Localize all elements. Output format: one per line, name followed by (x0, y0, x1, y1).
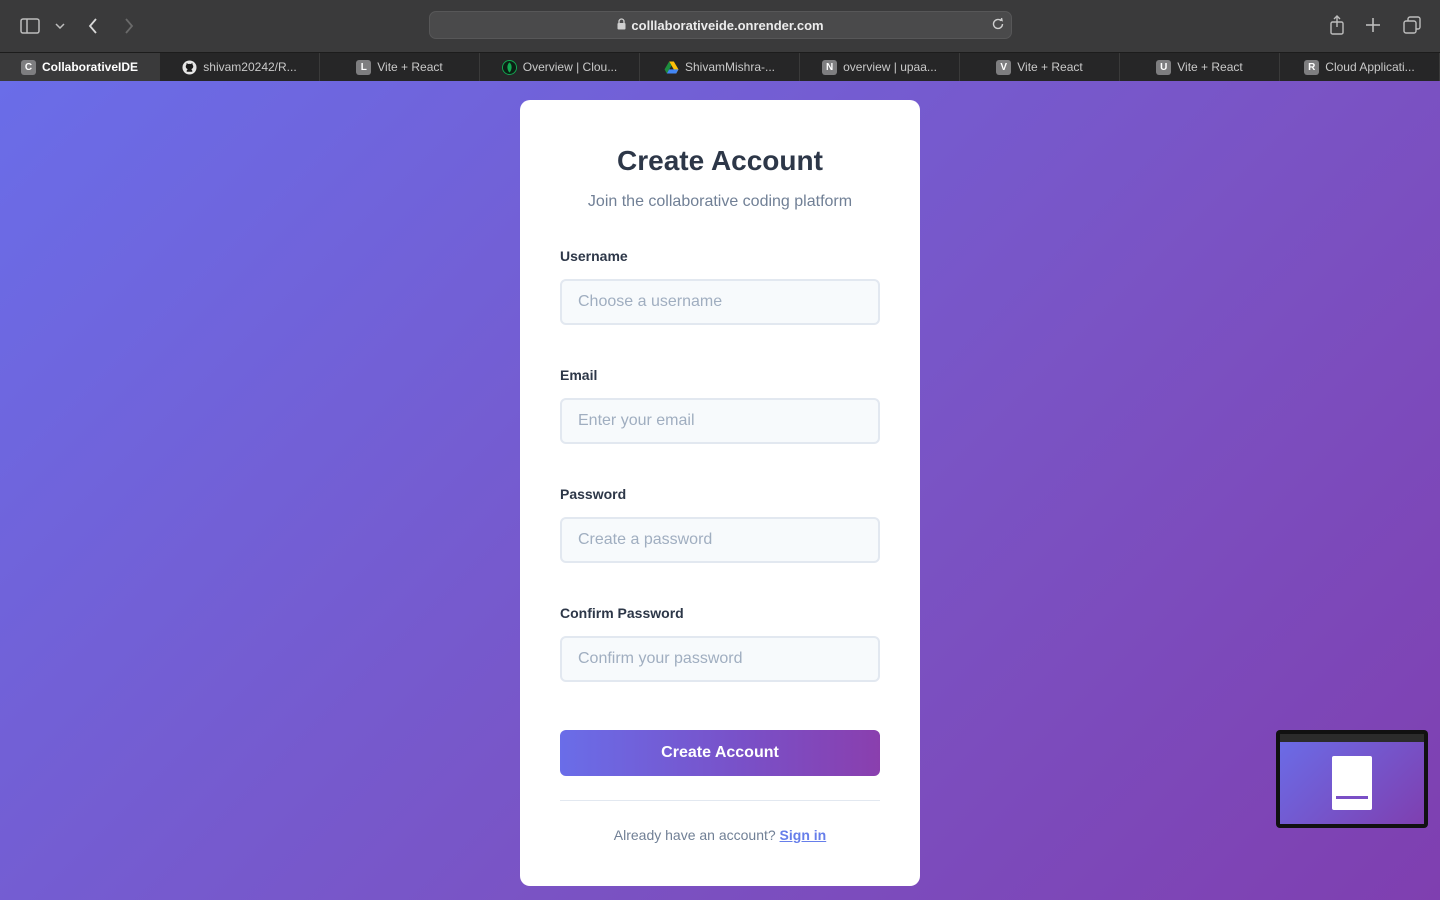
thumbnail-screen (1280, 734, 1424, 824)
tab-vite-react-3[interactable]: U Vite + React (1120, 53, 1280, 81)
confirm-password-input[interactable] (560, 636, 880, 682)
thumbnail-card (1332, 756, 1372, 810)
tab-github[interactable]: shivam20242/R... (160, 53, 320, 81)
page-background: Create Account Join the collaborative co… (0, 81, 1440, 900)
tab-label: ShivamMishra-... (684, 60, 776, 74)
signin-link[interactable]: Sign in (780, 827, 827, 843)
divider (560, 800, 880, 801)
share-icon[interactable] (1328, 14, 1346, 36)
tab-label: Vite + React (1177, 60, 1243, 74)
thumbnail-toolbar (1280, 734, 1424, 742)
tab-favicon: R (1304, 59, 1320, 75)
signin-prompt: Already have an account? Sign in (520, 827, 920, 843)
tab-label: Vite + React (377, 60, 443, 74)
tab-label: Cloud Applicati... (1325, 60, 1415, 74)
thumbnail-button (1336, 796, 1368, 799)
tab-favicon: L (356, 59, 372, 75)
github-icon (182, 59, 198, 75)
password-input[interactable] (560, 517, 880, 563)
email-label: Email (560, 367, 598, 383)
tab-collaborativeide[interactable]: C CollaborativeIDE (0, 53, 160, 81)
signin-prompt-text: Already have an account? (613, 827, 776, 843)
sidebar-toggle-icon[interactable] (20, 16, 40, 36)
username-label: Username (560, 248, 628, 264)
tab-label: overview | upaa... (843, 60, 937, 74)
tab-vite-react-1[interactable]: L Vite + React (320, 53, 480, 81)
confirm-password-label: Confirm Password (560, 605, 684, 621)
reload-icon[interactable] (991, 17, 1005, 34)
tab-favicon: C (20, 59, 36, 75)
window-preview-thumbnail[interactable] (1276, 730, 1428, 828)
email-input[interactable] (560, 398, 880, 444)
tab-google-drive[interactable]: ShivamMishra-... (640, 53, 800, 81)
new-tab-plus-icon[interactable] (1364, 16, 1382, 34)
tab-favicon: U (1156, 59, 1172, 75)
page-subtitle: Join the collaborative coding platform (587, 193, 853, 210)
tab-label: Vite + React (1017, 60, 1083, 74)
forward-arrow-icon[interactable] (120, 16, 138, 36)
tab-strip: C CollaborativeIDE shivam20242/R... L Vi… (0, 52, 1440, 81)
tab-label: shivam20242/R... (203, 60, 297, 74)
tab-overview-upaa[interactable]: N overview | upaa... (800, 53, 960, 81)
address-bar[interactable]: colllaborativeide.onrender.com (429, 11, 1012, 39)
password-label: Password (560, 486, 627, 502)
tab-label: CollaborativeIDE (41, 60, 139, 74)
address-url: colllaborativeide.onrender.com (631, 17, 824, 33)
signup-card: Create Account Join the collaborative co… (520, 100, 920, 886)
tab-overview-icon[interactable] (1402, 16, 1422, 34)
drive-icon (664, 60, 679, 75)
username-input[interactable] (560, 279, 880, 325)
tab-cloud-overview[interactable]: Overview | Clou... (480, 53, 640, 81)
browser-toolbar: colllaborativeide.onrender.com (0, 0, 1440, 52)
tab-cloud-applications[interactable]: R Cloud Applicati... (1280, 53, 1440, 81)
create-account-button[interactable]: Create Account (560, 730, 880, 776)
tab-vite-react-2[interactable]: V Vite + React (960, 53, 1120, 81)
lock-icon (617, 17, 626, 33)
leaf-icon (501, 59, 517, 75)
tab-favicon: V (996, 59, 1012, 75)
chevron-down-icon[interactable] (53, 18, 67, 34)
back-arrow-icon[interactable] (84, 16, 102, 36)
tab-label: Overview | Clou... (522, 60, 618, 74)
tab-favicon: N (822, 59, 838, 75)
page-title: Create Account (617, 145, 823, 176)
